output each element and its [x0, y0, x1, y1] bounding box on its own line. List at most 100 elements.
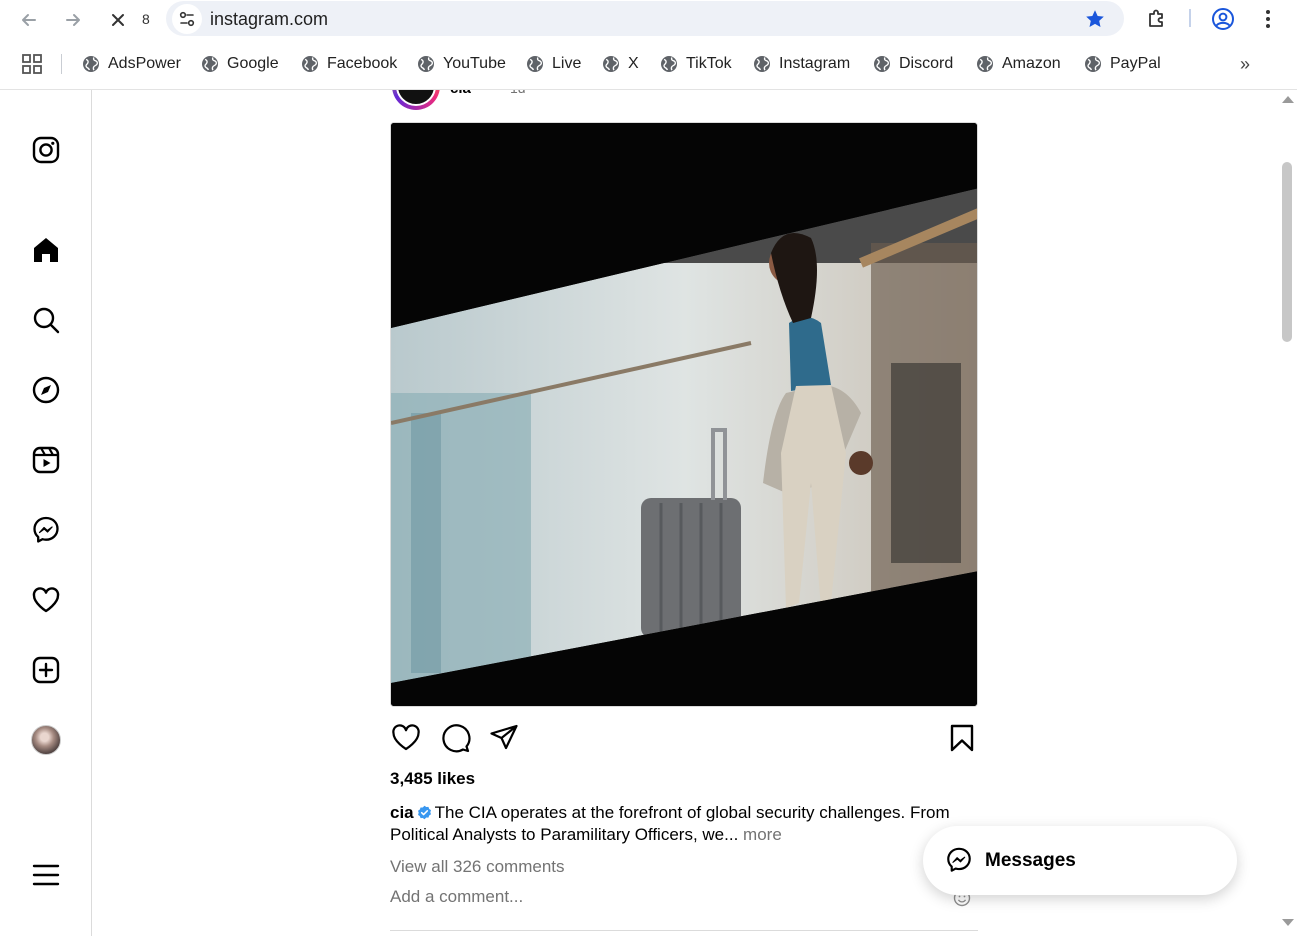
apps-grid-icon[interactable] — [22, 54, 42, 74]
site-info-button[interactable] — [172, 4, 202, 34]
address-bar[interactable]: instagram.com — [166, 1, 1124, 36]
arrow-right-icon — [66, 14, 80, 26]
sidebar-search[interactable] — [29, 303, 63, 337]
arrow-left-icon — [22, 14, 36, 26]
comment-icon[interactable] — [439, 722, 471, 754]
bookmark-label: X — [628, 55, 639, 72]
bookmark-x[interactable]: X — [602, 53, 639, 75]
caption-username[interactable]: cia — [390, 803, 414, 822]
globe-icon — [83, 56, 99, 72]
post-actions — [390, 720, 978, 756]
heart-icon — [32, 587, 60, 613]
create-plus-icon — [32, 656, 60, 684]
url-text[interactable]: instagram.com — [210, 9, 328, 30]
puzzle-icon — [1149, 9, 1163, 27]
messenger-icon — [33, 516, 59, 543]
browser-toolbar: 8 instagram.com — [0, 0, 1297, 40]
instagram-logo-icon — [32, 136, 60, 164]
share-send-icon[interactable] — [488, 722, 520, 754]
page-scrollbar[interactable] — [1279, 90, 1297, 936]
add-comment-input[interactable]: Add a comment... — [390, 887, 978, 907]
home-icon — [34, 238, 58, 262]
bookmark-discord[interactable]: Discord — [873, 53, 953, 75]
verified-badge-icon — [417, 805, 431, 820]
post-header: cia 1d — [390, 90, 978, 120]
bookmark-label: TikTok — [686, 55, 732, 72]
menu-hamburger-icon — [32, 864, 60, 886]
bookmark-label: Instagram — [779, 55, 851, 72]
caption-more-link[interactable]: more — [743, 825, 782, 844]
globe-icon — [661, 56, 677, 72]
bookmark-live[interactable]: Live — [526, 53, 581, 75]
likes-count[interactable]: 3,485 likes — [390, 769, 475, 789]
post-caption: cia The CIA operates at the forefront of … — [390, 802, 980, 846]
sidebar-explore[interactable] — [29, 373, 63, 407]
bookmark-label: PayPal — [1110, 55, 1161, 72]
sidebar-home[interactable] — [29, 233, 63, 267]
globe-icon — [603, 56, 619, 72]
post-author-username[interactable]: cia — [450, 90, 471, 97]
bookmark-youtube[interactable]: YouTube — [417, 53, 506, 75]
bookmark-facebook[interactable]: Facebook — [301, 53, 397, 75]
bookmark-google[interactable]: Google — [201, 53, 279, 75]
bookmark-amazon[interactable]: Amazon — [976, 53, 1061, 75]
sidebar-create[interactable] — [29, 653, 63, 687]
bookmarks-separator — [61, 54, 62, 74]
messages-label: Messages — [985, 850, 1076, 871]
toolbar-separator — [1189, 9, 1191, 27]
sidebar-reels[interactable] — [29, 443, 63, 477]
globe-icon — [874, 56, 890, 72]
post-divider — [390, 930, 978, 931]
extensions-button[interactable] — [1144, 6, 1170, 32]
bookmark-label: Live — [552, 55, 582, 72]
tab-count: 8 — [142, 11, 150, 27]
bookmark-label: AdsPower — [108, 55, 181, 72]
scrollbar-thumb[interactable] — [1282, 162, 1292, 342]
bookmark-label: YouTube — [443, 55, 506, 72]
more-vert-icon — [1266, 10, 1270, 28]
save-bookmark-icon[interactable] — [946, 722, 978, 754]
globe-icon — [418, 56, 434, 72]
globe-icon — [527, 56, 543, 72]
view-all-comments-link[interactable]: View all 326 comments — [390, 857, 565, 877]
bookmark-adspower[interactable]: AdsPower — [82, 53, 181, 75]
browser-chrome: 8 instagram.com AdsPower Google Facebook… — [0, 0, 1297, 90]
sidebar-notifications[interactable] — [29, 583, 63, 617]
profile-button[interactable] — [1210, 6, 1236, 32]
post-time: 1d — [510, 90, 526, 96]
post-image[interactable] — [390, 122, 978, 707]
forward-button[interactable] — [59, 6, 87, 34]
messages-button[interactable]: Messages — [923, 826, 1237, 895]
like-heart-icon[interactable] — [390, 722, 422, 754]
sidebar-messages[interactable] — [29, 513, 63, 547]
bookmark-instagram[interactable]: Instagram — [753, 53, 850, 75]
caption-text: The CIA operates at the forefront of glo… — [390, 803, 950, 844]
back-button[interactable] — [15, 6, 43, 34]
post-photo-illustration — [391, 123, 977, 706]
stop-loading-button[interactable] — [104, 6, 132, 34]
scroll-up-arrow[interactable] — [1282, 96, 1294, 103]
bookmark-label: Amazon — [1002, 55, 1061, 72]
globe-icon — [1085, 56, 1101, 72]
account-circle-icon — [1212, 8, 1234, 30]
globe-icon — [202, 56, 218, 72]
post-author-avatar[interactable] — [392, 90, 440, 110]
more-bookmarks-icon[interactable]: » — [1240, 54, 1250, 75]
instagram-sidebar — [0, 90, 92, 936]
bookmark-tiktok[interactable]: TikTok — [660, 53, 732, 75]
bookmark-label: Facebook — [327, 55, 398, 72]
sidebar-profile-avatar[interactable] — [31, 725, 61, 755]
messenger-icon — [947, 847, 971, 872]
tune-icon — [179, 11, 195, 27]
bookmark-label: Discord — [899, 55, 954, 72]
scroll-down-arrow[interactable] — [1282, 919, 1294, 926]
bookmark-star-icon[interactable] — [1084, 8, 1106, 30]
sidebar-instagram-logo[interactable] — [29, 133, 63, 167]
close-icon — [112, 14, 124, 26]
explore-compass-icon — [32, 376, 60, 404]
search-icon — [33, 307, 60, 334]
browser-menu-button[interactable] — [1255, 6, 1281, 32]
reels-icon — [32, 446, 60, 474]
bookmark-paypal[interactable]: PayPal — [1084, 53, 1161, 75]
sidebar-more-menu[interactable] — [29, 858, 63, 892]
